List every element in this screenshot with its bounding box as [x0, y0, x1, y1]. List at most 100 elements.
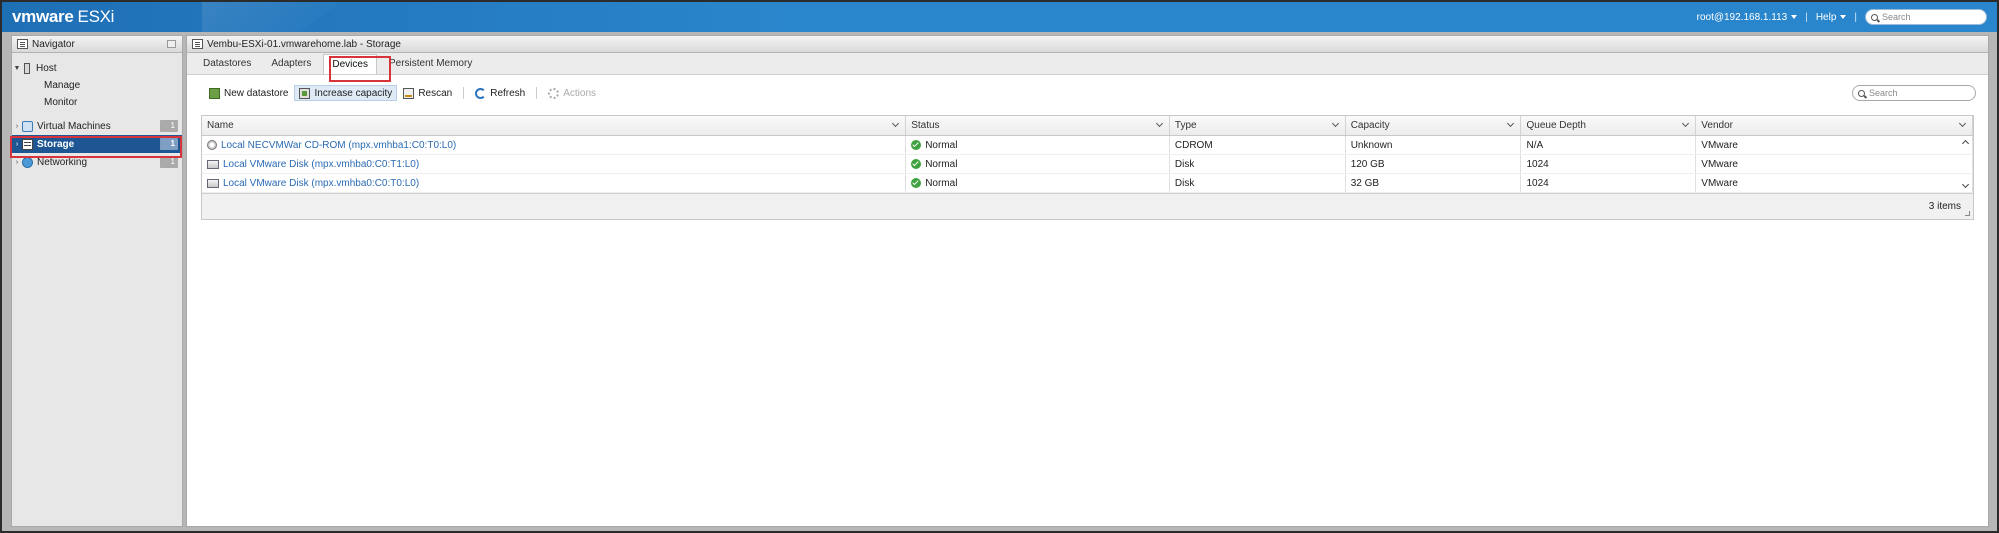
- vmware-esxi-logo[interactable]: vmware ESXi: [12, 7, 114, 27]
- navigator-icon: [17, 39, 28, 49]
- cell-vendor: VMware: [1696, 174, 1973, 192]
- nav-label: Host: [36, 62, 57, 74]
- actions-button[interactable]: Actions: [544, 85, 600, 101]
- top-right-controls: root@192.168.1.113 | Help | Search: [1697, 9, 1987, 25]
- check-circle-icon: [911, 140, 922, 150]
- nav-item-storage[interactable]: › Storage 1: [12, 135, 182, 153]
- cell-type: Disk: [1170, 174, 1346, 192]
- nav-item-monitor[interactable]: Monitor: [12, 94, 182, 111]
- tab-devices[interactable]: Devices: [323, 54, 377, 74]
- cell-capacity: Unknown: [1346, 136, 1522, 154]
- expand-arrow-icon[interactable]: ›: [12, 123, 22, 130]
- search-placeholder: Search: [1869, 88, 1898, 98]
- cell-queue-depth: 1024: [1521, 174, 1697, 192]
- cell-name: Local VMware Disk (mpx.vmhba0:C0:T1:L0): [202, 155, 907, 173]
- cell-status: Normal: [906, 155, 1170, 173]
- expand-arrow-icon[interactable]: ›: [12, 141, 22, 148]
- storage-panel: Vembu-ESXi-01.vmwarehome.lab - Storage D…: [186, 35, 1989, 527]
- nav-item-networking[interactable]: › Networking 1: [12, 153, 182, 171]
- refresh-icon: [475, 87, 487, 99]
- grid-footer: 3 items: [202, 193, 1973, 219]
- chevron-down-icon[interactable]: [1331, 119, 1339, 128]
- cell-capacity: 120 GB: [1346, 155, 1522, 173]
- new-datastore-button[interactable]: New datastore: [205, 85, 292, 101]
- column-label: Name: [207, 120, 234, 131]
- gear-icon: [548, 87, 560, 99]
- expand-arrow-icon[interactable]: ▼: [12, 65, 22, 72]
- navigator-title: Navigator: [32, 38, 75, 50]
- search-icon: [1871, 13, 1878, 21]
- scroll-up-icon[interactable]: [1961, 139, 1970, 148]
- brand-product: ESXi: [77, 7, 115, 26]
- nav-label: Virtual Machines: [37, 120, 111, 132]
- separator: |: [1854, 11, 1857, 23]
- tab-persistent-memory[interactable]: Persistent Memory: [381, 54, 480, 74]
- status-text: Normal: [925, 177, 958, 189]
- storage-icon: [22, 138, 33, 150]
- device-link[interactable]: Local VMware Disk (mpx.vmhba0:C0:T1:L0): [223, 159, 419, 170]
- cell-status: Normal: [906, 174, 1170, 192]
- table-row[interactable]: Local NECVMWar CD-ROM (mpx.vmhba1:C0:T0:…: [202, 136, 1973, 155]
- global-search-input[interactable]: Search: [1865, 9, 1987, 25]
- nav-label: Storage: [37, 138, 75, 150]
- resize-grip-icon[interactable]: [1965, 211, 1970, 216]
- button-label: Refresh: [490, 87, 526, 99]
- count-badge: 1: [160, 120, 178, 132]
- collapse-icon[interactable]: [167, 40, 176, 48]
- column-header-type[interactable]: Type: [1170, 116, 1346, 135]
- storage-tabs: Datastores Adapters Devices Persistent M…: [187, 53, 1988, 75]
- user-menu[interactable]: root@192.168.1.113: [1697, 12, 1798, 23]
- cell-vendor: VMware: [1696, 136, 1973, 154]
- rescan-icon: [403, 87, 415, 99]
- chevron-down-icon[interactable]: [1155, 119, 1163, 128]
- column-label: Capacity: [1350, 120, 1390, 131]
- caret-down-icon: [1791, 14, 1798, 19]
- increase-capacity-button[interactable]: Increase capacity: [294, 85, 398, 101]
- cell-type: CDROM: [1170, 136, 1346, 154]
- host-icon: [24, 62, 30, 74]
- button-label: Actions: [563, 87, 597, 99]
- help-menu[interactable]: Help: [1816, 12, 1847, 23]
- column-header-status[interactable]: Status: [906, 116, 1170, 135]
- cell-queue-depth: N/A: [1521, 136, 1697, 154]
- toolbar-separator: [463, 87, 465, 99]
- column-header-queue-depth[interactable]: Queue Depth: [1521, 116, 1697, 135]
- scroll-down-icon[interactable]: [1961, 180, 1970, 189]
- table-row[interactable]: Local VMware Disk (mpx.vmhba0:C0:T0:L0) …: [202, 174, 1973, 193]
- tab-datastores[interactable]: Datastores: [195, 54, 259, 74]
- navigator-header: Navigator: [12, 36, 182, 53]
- top-bar: vmware ESXi root@192.168.1.113 | Help | S…: [2, 2, 1997, 32]
- chevron-down-icon[interactable]: [1682, 119, 1690, 128]
- navigator-panel: Navigator ▼ Host Manage Monitor › Virtua…: [11, 35, 183, 527]
- device-link[interactable]: Local NECVMWar CD-ROM (mpx.vmhba1:C0:T0:…: [221, 140, 456, 151]
- button-label: New datastore: [224, 87, 289, 99]
- column-label: Type: [1174, 120, 1197, 131]
- column-header-capacity[interactable]: Capacity: [1346, 116, 1522, 135]
- devices-search-input[interactable]: Search: [1852, 85, 1976, 101]
- column-header-vendor[interactable]: Vendor: [1696, 116, 1973, 135]
- status-text: Normal: [925, 139, 958, 151]
- expand-arrow-icon[interactable]: ›: [12, 159, 22, 166]
- rescan-button[interactable]: Rescan: [399, 85, 456, 101]
- cell-type: Disk: [1170, 155, 1346, 173]
- grid-scrollbar[interactable]: [1961, 137, 1971, 195]
- help-label: Help: [1815, 11, 1837, 23]
- nav-item-host[interactable]: ▼ Host: [12, 59, 182, 77]
- item-count: 3 items: [1928, 201, 1961, 212]
- cell-status: Normal: [906, 136, 1170, 154]
- new-datastore-icon: [209, 87, 220, 99]
- nav-item-virtual-machines[interactable]: › Virtual Machines 1: [12, 117, 182, 135]
- search-placeholder: Search: [1882, 12, 1911, 22]
- table-row[interactable]: Local VMware Disk (mpx.vmhba0:C0:T1:L0) …: [202, 155, 1973, 174]
- column-header-name[interactable]: Name: [202, 116, 907, 135]
- chevron-down-icon[interactable]: [1507, 119, 1515, 128]
- check-circle-icon: [911, 178, 922, 188]
- tab-adapters[interactable]: Adapters: [263, 54, 319, 74]
- chevron-down-icon[interactable]: [1958, 119, 1967, 128]
- refresh-button[interactable]: Refresh: [471, 85, 529, 101]
- nav-label: Manage: [44, 80, 81, 91]
- chevron-down-icon[interactable]: [892, 119, 900, 128]
- nav-item-manage[interactable]: Manage: [12, 77, 182, 94]
- virtual-machine-icon: [22, 120, 33, 132]
- device-link[interactable]: Local VMware Disk (mpx.vmhba0:C0:T0:L0): [223, 178, 419, 189]
